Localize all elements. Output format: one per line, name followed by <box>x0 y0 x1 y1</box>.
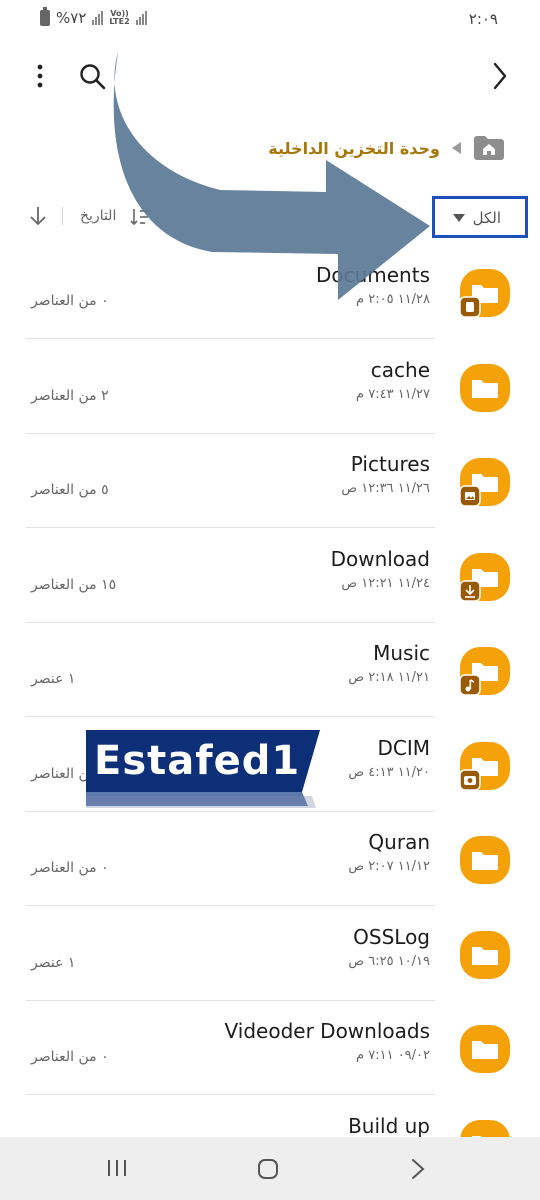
folder-icon <box>459 647 510 696</box>
folder-icon <box>459 741 510 791</box>
app-bar <box>0 40 540 110</box>
file-date: ١١/٢١ ٢:١٨ ص <box>348 670 430 685</box>
chevron-right-icon[interactable] <box>490 60 510 92</box>
item-count: ٠ من العناصر <box>31 1049 109 1065</box>
home-button-icon[interactable] <box>257 1158 279 1180</box>
dropdown-caret-icon <box>453 214 465 222</box>
status-left: %٧٢ Vo)) LTE2 <box>40 7 147 27</box>
file-date: ١١/٢٠ ٤:١٣ ص <box>348 764 430 780</box>
watermark-text: Estafed1 <box>94 738 301 784</box>
filter-label: الكل <box>472 209 501 227</box>
battery-icon <box>40 7 50 26</box>
file-date: ١٠/١٩ ٦:٢٥ ص <box>348 953 430 969</box>
item-count: ١ عنصر <box>31 954 76 971</box>
status-bar: %٧٢ Vo)) LTE2 ٢:٠٩ <box>0 0 540 40</box>
file-name: Download <box>330 546 430 571</box>
file-name: DCIM <box>377 735 430 760</box>
filter-dropdown[interactable]: الكل <box>432 196 528 238</box>
folder-icon <box>460 363 510 412</box>
breadcrumb: وحدة التخزين الداخلية <box>268 128 505 168</box>
file-row[interactable]: cache ١١/٢٧ ٧:٤٣ م ٢ من العناصر <box>0 340 540 435</box>
signal-icon <box>92 11 104 25</box>
file-row[interactable]: Documents ١١/٢٨ ٢:٠٥ م ٠ من العناصر <box>0 245 540 340</box>
file-name: Music <box>373 641 430 665</box>
file-date: ٠٩/٠٢ ٧:١١ م <box>356 1048 430 1063</box>
file-name: OSSLog <box>353 924 430 949</box>
breadcrumb-arrow-icon <box>452 142 461 154</box>
sort-direction-icon[interactable] <box>28 205 48 227</box>
signal-icon-2 <box>135 11 147 25</box>
battery-level: %٧٢ <box>56 9 87 27</box>
file-name: Build up <box>348 1113 430 1138</box>
file-name: Quran <box>368 830 430 854</box>
file-row[interactable]: Download ١١/٢٤ ١٢:٢١ ص ١٥ من العناصر <box>0 529 540 624</box>
recent-apps-icon[interactable] <box>106 1159 128 1177</box>
file-row[interactable]: Music ١١/٢١ ٢:١٨ ص ١ عنصر <box>0 623 540 718</box>
file-name: Pictures <box>350 452 430 476</box>
more-vertical-icon[interactable] <box>30 62 50 90</box>
folder-icon <box>460 836 510 884</box>
file-date: ١١/٢٨ ٢:٠٥ م <box>356 292 430 307</box>
watermark-logo: Estafed1 <box>86 730 320 808</box>
file-date: ١١/١٢ ٢:٠٧ ص <box>348 859 430 874</box>
item-count: ٢ من العناصر <box>31 387 109 404</box>
file-date: ١١/٢٦ ١٢:٣٦ ص <box>341 481 430 496</box>
file-date: ١١/٢٤ ١٢:٢١ ص <box>341 575 430 591</box>
file-name: Videoder Downloads <box>224 1019 430 1043</box>
item-count: ٠ من العناصر <box>31 293 109 309</box>
back-chevron-icon[interactable] <box>410 1157 426 1181</box>
file-name: Documents <box>315 263 430 287</box>
system-nav-bar <box>0 1137 540 1200</box>
file-row[interactable]: Videoder Downloads ٠٩/٠٢ ٧:١١ م ٠ من العنا… <box>0 1001 540 1096</box>
status-time: ٢:٠٩ <box>468 10 498 28</box>
search-icon[interactable] <box>78 62 108 92</box>
item-count: ٠ من العناصر <box>31 860 109 876</box>
folder-icon <box>460 930 510 979</box>
home-folder-icon[interactable] <box>473 135 505 161</box>
sort-label[interactable]: التاريخ <box>80 208 116 224</box>
sort-divider <box>62 207 63 225</box>
file-name: cache <box>370 357 430 382</box>
file-row[interactable]: Pictures ١١/٢٦ ١٢:٣٦ ص ٥ من العناصر <box>0 434 540 529</box>
item-count: ١٥ من العناصر <box>31 576 117 593</box>
folder-icon <box>459 552 510 602</box>
item-count: ١ عنصر <box>31 671 76 687</box>
folder-icon <box>459 269 510 318</box>
sort-icon[interactable] <box>130 207 152 227</box>
item-count: ٥ من العناصر <box>31 482 109 498</box>
file-row[interactable]: Quran ١١/١٢ ٢:٠٧ ص ٠ من العناصر <box>0 812 540 907</box>
file-date: ١١/٢٧ ٧:٤٣ م <box>356 386 430 402</box>
network-indicator: Vo)) LTE2 <box>109 10 129 26</box>
folder-icon <box>459 458 510 507</box>
folder-icon <box>460 1025 510 1073</box>
breadcrumb-label[interactable]: وحدة التخزين الداخلية <box>268 139 440 158</box>
file-row[interactable]: OSSLog ١٠/١٩ ٦:٢٥ ص ١ عنصر <box>0 907 540 1002</box>
lte-label: LTE2 <box>109 17 130 26</box>
